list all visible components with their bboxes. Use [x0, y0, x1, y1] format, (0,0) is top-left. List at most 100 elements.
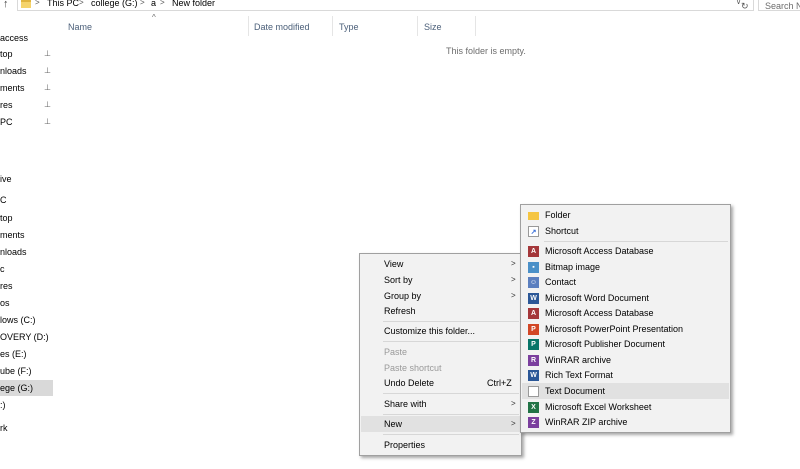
pin-icon: ⊥: [44, 49, 51, 58]
nav-item-drive-e[interactable]: es (E:): [0, 346, 53, 362]
new-item-access-database-2[interactable]: A Microsoft Access Database: [522, 305, 729, 321]
pin-icon: ⊥: [44, 83, 51, 92]
nav-item-pictures[interactable]: res ⊥: [0, 97, 53, 113]
new-item-rich-text[interactable]: W Rich Text Format: [522, 367, 729, 383]
rtf-icon: W: [528, 370, 539, 381]
context-menu: View > Sort by > Group by > Refresh Customi…: [359, 253, 522, 456]
menu-item-customize-folder[interactable]: Customize this folder...: [361, 323, 520, 339]
pin-icon: ⊥: [44, 66, 51, 75]
column-header-type[interactable]: Type: [333, 14, 417, 38]
breadcrumb-a[interactable]: a: [151, 0, 156, 9]
search-placeholder: Search N: [765, 1, 800, 11]
folder-icon: [528, 212, 539, 220]
nav-item-videos[interactable]: os: [0, 295, 53, 311]
menu-separator: [544, 241, 728, 242]
new-item-text-document[interactable]: Text Document: [522, 383, 729, 399]
menu-item-paste-shortcut[interactable]: Paste shortcut: [361, 360, 520, 376]
empty-folder-message: This folder is empty.: [446, 46, 526, 56]
nav-item-drive-d[interactable]: OVERY (D:): [0, 329, 53, 345]
breadcrumb-separator[interactable]: >: [79, 0, 84, 9]
breadcrumb-separator[interactable]: >: [140, 0, 145, 9]
breadcrumb-this-pc[interactable]: This PC: [47, 0, 79, 9]
new-item-excel-worksheet[interactable]: X Microsoft Excel Worksheet: [522, 399, 729, 415]
publisher-icon: P: [528, 339, 539, 350]
chevron-right-icon: >: [511, 291, 516, 300]
excel-icon: X: [528, 402, 539, 413]
address-bar-row: ↑ > This PC > college (G:) > a > New fol…: [0, 0, 800, 14]
word-icon: W: [528, 293, 539, 304]
column-header-name[interactable]: Name: [62, 14, 248, 38]
menu-separator: [383, 341, 519, 342]
menu-item-properties[interactable]: Properties: [361, 437, 520, 453]
shortcut-icon: ↗: [528, 226, 539, 237]
nav-item-network[interactable]: rk: [0, 420, 53, 436]
winrar-icon: R: [528, 355, 539, 366]
access-icon: A: [528, 246, 539, 257]
menu-item-view[interactable]: View >: [361, 256, 520, 272]
menu-item-group-by[interactable]: Group by >: [361, 288, 520, 304]
menu-item-share-with[interactable]: Share with >: [361, 396, 520, 412]
nav-item-drive-c[interactable]: lows (C:): [0, 312, 53, 328]
new-item-publisher[interactable]: P Microsoft Publisher Document: [522, 336, 729, 352]
menu-item-paste[interactable]: Paste: [361, 344, 520, 360]
column-divider[interactable]: [475, 16, 476, 36]
refresh-icon[interactable]: ↻: [741, 0, 749, 12]
chevron-right-icon: >: [511, 399, 516, 408]
address-bar[interactable]: > This PC > college (G:) > a > New folde…: [17, 0, 754, 11]
nav-item-downloads-2[interactable]: nloads: [0, 244, 53, 260]
menu-item-sort-by[interactable]: Sort by >: [361, 272, 520, 288]
column-header-date-modified[interactable]: Date modified: [249, 14, 332, 38]
nav-item-this-pc-pinned[interactable]: PC ⊥: [0, 114, 53, 130]
pin-icon: ⊥: [44, 100, 51, 109]
folder-icon: [21, 0, 31, 8]
chevron-right-icon: >: [511, 259, 516, 268]
menu-item-refresh[interactable]: Refresh: [361, 303, 520, 319]
column-header-size[interactable]: Size: [418, 14, 475, 38]
contact-icon: ☺: [528, 277, 539, 288]
nav-item-onedrive[interactable]: ive: [0, 171, 53, 187]
shortcut-text: Ctrl+Z: [487, 378, 512, 388]
menu-separator: [383, 321, 519, 322]
winrar-zip-icon: Z: [528, 417, 539, 428]
chevron-right-icon: >: [511, 275, 516, 284]
new-item-winrar-zip[interactable]: Z WinRAR ZIP archive: [522, 414, 729, 430]
new-item-shortcut[interactable]: ↗ Shortcut: [522, 223, 729, 239]
menu-separator: [383, 414, 519, 415]
powerpoint-icon: P: [528, 324, 539, 335]
menu-separator: [383, 393, 519, 394]
nav-item-downloads[interactable]: nloads ⊥: [0, 63, 53, 79]
nav-item-desktop[interactable]: top ⊥: [0, 46, 53, 62]
nav-item-drive-f[interactable]: ube (F:): [0, 363, 53, 379]
breadcrumb-separator[interactable]: >: [160, 0, 165, 9]
new-item-contact[interactable]: ☺ Contact: [522, 274, 729, 290]
nav-item-drive-other[interactable]: :): [0, 397, 53, 413]
text-document-icon: [528, 386, 539, 397]
search-input[interactable]: Search N: [758, 0, 800, 11]
menu-item-undo-delete[interactable]: Undo Delete Ctrl+Z: [361, 375, 520, 391]
new-item-winrar-archive[interactable]: R WinRAR archive: [522, 352, 729, 368]
nav-item-quick-access[interactable]: access: [0, 30, 53, 46]
pin-icon: ⊥: [44, 117, 51, 126]
nav-item-pictures-2[interactable]: res: [0, 278, 53, 294]
access-icon: A: [528, 308, 539, 319]
breadcrumb-new-folder[interactable]: New folder: [172, 0, 215, 9]
nav-item-music[interactable]: c: [0, 261, 53, 277]
nav-item-documents-2[interactable]: ments: [0, 227, 53, 243]
nav-item-documents[interactable]: ments ⊥: [0, 80, 53, 96]
menu-item-new[interactable]: New >: [361, 416, 520, 432]
menu-separator: [383, 434, 519, 435]
new-item-folder[interactable]: Folder: [522, 207, 729, 223]
new-item-access-database[interactable]: A Microsoft Access Database: [522, 243, 729, 259]
nav-item-drive-g[interactable]: ege (G:): [0, 380, 53, 396]
new-submenu: Folder ↗ Shortcut A Microsoft Access Datab…: [520, 204, 731, 433]
breadcrumb-separator[interactable]: >: [35, 0, 40, 9]
new-item-word-document[interactable]: W Microsoft Word Document: [522, 290, 729, 306]
new-item-bitmap-image[interactable]: ▪ Bitmap image: [522, 259, 729, 275]
breadcrumb-college[interactable]: college (G:): [91, 0, 138, 9]
up-arrow-icon[interactable]: ↑: [3, 0, 15, 12]
chevron-right-icon: >: [511, 419, 516, 428]
nav-item-desktop-2[interactable]: top: [0, 210, 53, 226]
bitmap-icon: ▪: [528, 262, 539, 273]
new-item-powerpoint[interactable]: P Microsoft PowerPoint Presentation: [522, 321, 729, 337]
nav-item-this-pc[interactable]: C: [0, 192, 53, 208]
